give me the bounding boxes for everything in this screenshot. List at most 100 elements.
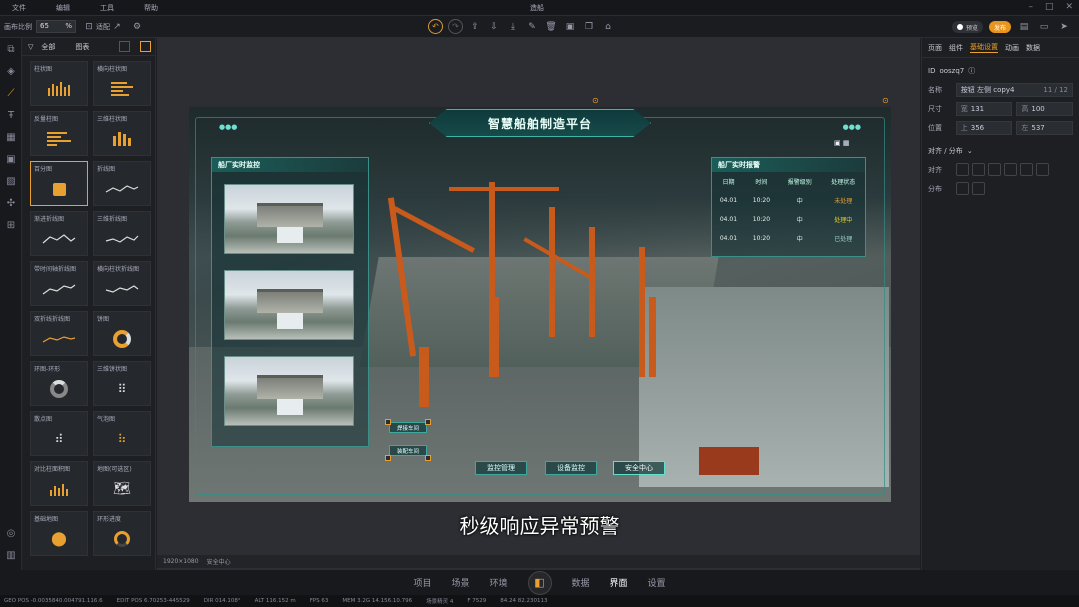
selection-handle[interactable] [425, 419, 431, 425]
text-icon[interactable]: Ŧ [0, 104, 22, 126]
tab-data[interactable]: 数据 [1026, 43, 1040, 53]
publish-button[interactable]: 发布 [988, 21, 1011, 33]
window-icons[interactable]: ▣ ▦ [834, 139, 849, 147]
align-left-icon[interactable] [956, 163, 969, 176]
maximize-icon[interactable]: □ [1045, 2, 1054, 12]
resize-handle-icon[interactable]: ⊙ [882, 96, 889, 105]
tab-page[interactable]: 页面 [928, 43, 942, 53]
lib-card[interactable]: 对比柱面积图 [30, 461, 88, 506]
nav-settings[interactable]: 设置 [648, 576, 666, 589]
nav-data[interactable]: 数据 [572, 576, 590, 589]
nav-interface[interactable]: 界面 [610, 576, 628, 589]
delete-icon[interactable]: 🗑 [544, 20, 558, 34]
selection-handle[interactable] [425, 455, 431, 461]
lib-card[interactable]: 双折线折线图 [30, 311, 88, 356]
filter-icon[interactable]: ▽ [28, 43, 33, 51]
info-icon[interactable]: ▥ [0, 544, 22, 566]
import-icon[interactable]: ⤓ [506, 20, 520, 34]
tag-label[interactable]: 焊接车间 [389, 422, 427, 433]
lib-card[interactable]: 渐进折线图 [30, 211, 88, 256]
image-icon[interactable]: ▨ [0, 170, 22, 192]
tab-animation[interactable]: 动画 [1005, 43, 1019, 53]
monitor-icon[interactable]: ▭ [1037, 20, 1051, 34]
preview-toggle[interactable]: 预览 [951, 21, 983, 33]
app-logo-icon[interactable]: ◧ [527, 570, 552, 595]
lib-card[interactable]: 折线图 [93, 161, 151, 206]
lib-card[interactable]: 三维柱状图 [93, 111, 151, 156]
distribute-horizontal-icon[interactable] [956, 182, 969, 195]
save-icon[interactable]: ▣ [563, 20, 577, 34]
monitor-button[interactable]: 监控管理 [475, 461, 527, 475]
media-icon[interactable]: ▣ [0, 148, 22, 170]
lib-card[interactable]: 带时间轴折线图 [30, 261, 88, 306]
layers-icon[interactable]: ◈ [0, 60, 22, 82]
device-icon[interactable]: ⊞ [0, 214, 22, 236]
nav-environment[interactable]: 环境 [489, 576, 507, 589]
nav-project[interactable]: 项目 [413, 576, 431, 589]
device-button[interactable]: 设备监控 [545, 461, 597, 475]
distribute-vertical-icon[interactable] [972, 182, 985, 195]
fit-label[interactable]: 适配 [96, 22, 110, 32]
align-right-icon[interactable] [988, 163, 1001, 176]
expand-icon[interactable]: ↗ [110, 20, 124, 34]
ratio-input[interactable]: 65% [36, 20, 76, 33]
copy-icon[interactable]: ❐ [582, 20, 596, 34]
top-field[interactable]: 上 356 [955, 120, 1013, 135]
table-row[interactable]: 04.01 10:20 中 处理中 [712, 210, 865, 229]
help-circle-icon[interactable]: ⓘ [968, 66, 975, 76]
tag-label[interactable]: 装配车间 [389, 445, 427, 456]
chart-icon[interactable]: ⟋ [0, 82, 22, 104]
lib-card[interactable]: 三维折线图 [93, 211, 151, 256]
doc-icon[interactable]: ▤ [1017, 20, 1031, 34]
camera-feed[interactable] [224, 270, 354, 340]
dashboard-scene[interactable]: 智慧船舶制造平台 ●●● ●●● ▣ ▦ 船厂实时监控 船厂实时报警 日期 时间… [189, 107, 891, 502]
nav-scene[interactable]: 场景 [451, 576, 469, 589]
lib-card[interactable]: 气泡图 ⠷ [93, 411, 151, 456]
fit-icon[interactable]: ⊡ [82, 20, 96, 34]
minimize-icon[interactable]: – [1028, 2, 1033, 12]
settings-icon[interactable]: ⚙ [130, 20, 144, 34]
camera-feed[interactable] [224, 184, 354, 254]
download-icon[interactable]: ⇩ [487, 20, 501, 34]
brush-icon[interactable]: ✎ [525, 20, 539, 34]
lock-icon[interactable]: ⌂ [601, 20, 615, 34]
lib-card[interactable]: 横向柱状图 [93, 61, 151, 106]
tab-component[interactable]: 组件 [949, 43, 963, 53]
camera-feed[interactable] [224, 356, 354, 426]
tab-all[interactable]: 全部 [41, 42, 55, 52]
tab-chart[interactable]: 图表 [75, 42, 89, 52]
table-row[interactable]: 04.01 10:20 中 已处理 [712, 229, 865, 248]
lib-card[interactable]: 地图(可选区) 🗺 [93, 461, 151, 506]
selection-handle[interactable] [385, 419, 391, 425]
list-view-icon[interactable] [119, 41, 130, 52]
safety-button[interactable]: 安全中心 [613, 461, 665, 475]
selection-handle[interactable] [385, 455, 391, 461]
grid-view-icon[interactable] [140, 41, 151, 52]
lib-card[interactable]: 百分图 [30, 161, 88, 206]
lib-card[interactable]: 反量柱图 [30, 111, 88, 156]
name-field[interactable]: 按钮 左侧 copy4 11 / 12 [955, 82, 1073, 97]
align-center-icon[interactable] [972, 163, 985, 176]
menu-edit[interactable]: 编辑 [56, 3, 70, 13]
component-icon[interactable]: ⧉ [0, 38, 22, 60]
lib-card[interactable]: 横向柱状折线图 [93, 261, 151, 306]
upload-icon[interactable]: ⇪ [468, 20, 482, 34]
align-bottom-icon[interactable] [1036, 163, 1049, 176]
menu-tools[interactable]: 工具 [100, 3, 114, 13]
network-icon[interactable]: ✣ [0, 192, 22, 214]
align-section-title[interactable]: 对齐 / 分布 [928, 146, 963, 156]
lib-card[interactable]: 散点图 ⠾ [30, 411, 88, 456]
height-field[interactable]: 高 100 [1016, 101, 1073, 116]
lib-card[interactable]: 饼图 [93, 311, 151, 356]
redo-icon[interactable]: ↷ [448, 19, 463, 34]
undo-icon[interactable]: ↶ [428, 19, 443, 34]
width-field[interactable]: 宽 131 [955, 101, 1013, 116]
left-field[interactable]: 左 537 [1016, 120, 1073, 135]
lock-handle-icon[interactable]: ⊙ [592, 96, 599, 105]
align-middle-icon[interactable] [1020, 163, 1033, 176]
menu-file[interactable]: 文件 [12, 3, 26, 13]
menu-help[interactable]: 帮助 [144, 3, 158, 13]
send-icon[interactable]: ➤ [1057, 20, 1071, 34]
table-icon[interactable]: ▦ [0, 126, 22, 148]
tab-basic-settings[interactable]: 基础设置 [970, 42, 998, 53]
